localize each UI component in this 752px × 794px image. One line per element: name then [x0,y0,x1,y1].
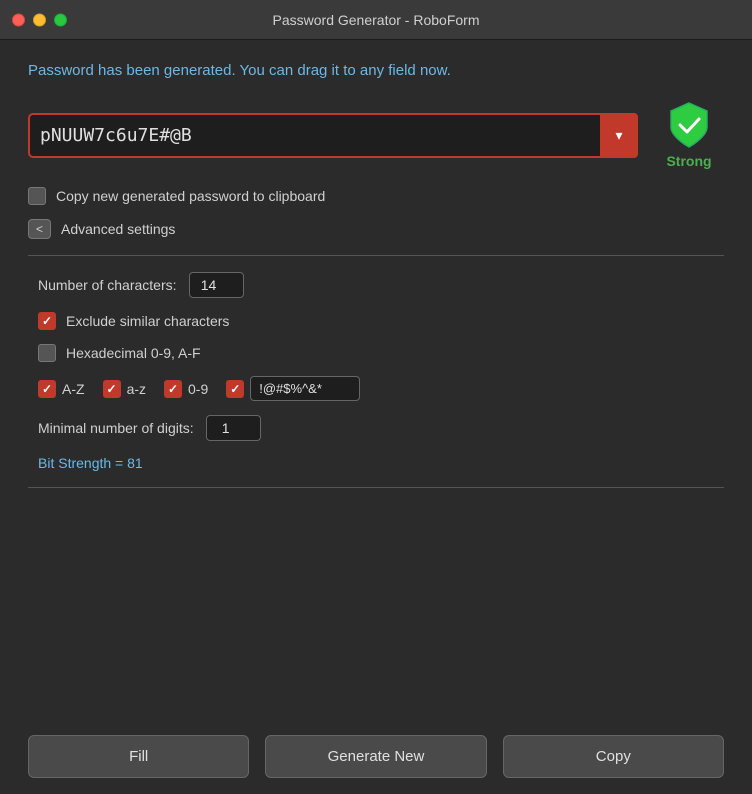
separator-top [28,255,724,256]
az-group: ✓ A-Z [38,380,85,398]
num-chars-input[interactable] [189,272,244,298]
password-input[interactable] [28,113,638,158]
advanced-toggle-button[interactable]: < [28,219,51,239]
bit-strength-label: Bit Strength = 81 [38,455,143,471]
password-field-wrapper: ▾ [28,113,638,158]
hexadecimal-checkbox[interactable] [38,344,56,362]
exclude-similar-row: ✓ Exclude similar characters [38,312,724,330]
checkmark-icon: ✓ [42,382,52,396]
bit-strength-row: Bit Strength = 81 [38,455,724,473]
clipboard-checkbox-row: Copy new generated password to clipboard [28,187,724,205]
main-content: Password has been generated. You can dra… [0,40,752,794]
clipboard-label: Copy new generated password to clipboard [56,188,325,204]
maximize-button[interactable] [54,13,67,26]
min-digits-label: Minimal number of digits: [38,420,194,436]
password-row: ▾ Strong [28,101,724,169]
num-chars-row: Number of characters: [38,272,724,298]
az-lower-checkbox[interactable]: ✓ [103,380,121,398]
checkmark-icon: ✓ [42,314,52,328]
copy-button[interactable]: Copy [503,735,724,778]
password-dropdown-button[interactable]: ▾ [600,113,638,158]
close-button[interactable] [12,13,25,26]
advanced-toggle-row: < Advanced settings [28,219,724,239]
title-bar: Password Generator - RoboForm [0,0,752,40]
exclude-similar-label: Exclude similar characters [66,313,229,329]
digits-label: 0-9 [188,381,208,397]
hexadecimal-row: Hexadecimal 0-9, A-F [38,344,724,362]
az-lower-label: a-z [127,381,146,397]
bottom-bar: Fill Generate New Copy [0,719,752,794]
shield-icon [667,101,711,149]
az-checkbox[interactable]: ✓ [38,380,56,398]
strength-label: Strong [666,153,711,169]
az-label: A-Z [62,381,85,397]
settings-section: Number of characters: ✓ Exclude similar … [28,272,724,473]
strength-indicator: Strong [654,101,724,169]
special-checkbox[interactable]: ✓ [226,380,244,398]
advanced-settings-label: Advanced settings [61,221,175,237]
min-digits-input[interactable] [206,415,261,441]
num-chars-label: Number of characters: [38,277,177,293]
window-title: Password Generator - RoboForm [273,12,480,28]
separator-bottom [28,487,724,488]
chevron-down-icon: ▾ [615,127,622,144]
fill-button[interactable]: Fill [28,735,249,778]
hexadecimal-label: Hexadecimal 0-9, A-F [66,345,201,361]
traffic-lights [12,13,67,26]
min-digits-row: Minimal number of digits: [38,415,724,441]
special-chars-input[interactable] [250,376,360,401]
checkmark-icon: ✓ [107,382,117,396]
digits-checkbox[interactable]: ✓ [164,380,182,398]
clipboard-checkbox[interactable] [28,187,46,205]
generate-new-button[interactable]: Generate New [265,735,486,778]
checkmark-icon: ✓ [230,382,240,396]
special-group: ✓ [226,376,360,401]
az-lower-group: ✓ a-z [103,380,146,398]
exclude-similar-checkbox[interactable]: ✓ [38,312,56,330]
minimize-button[interactable] [33,13,46,26]
digits-group: ✓ 0-9 [164,380,208,398]
char-checkboxes-row: ✓ A-Z ✓ a-z ✓ 0-9 ✓ [38,376,724,401]
status-message: Password has been generated. You can dra… [28,60,724,81]
checkmark-icon: ✓ [168,382,178,396]
